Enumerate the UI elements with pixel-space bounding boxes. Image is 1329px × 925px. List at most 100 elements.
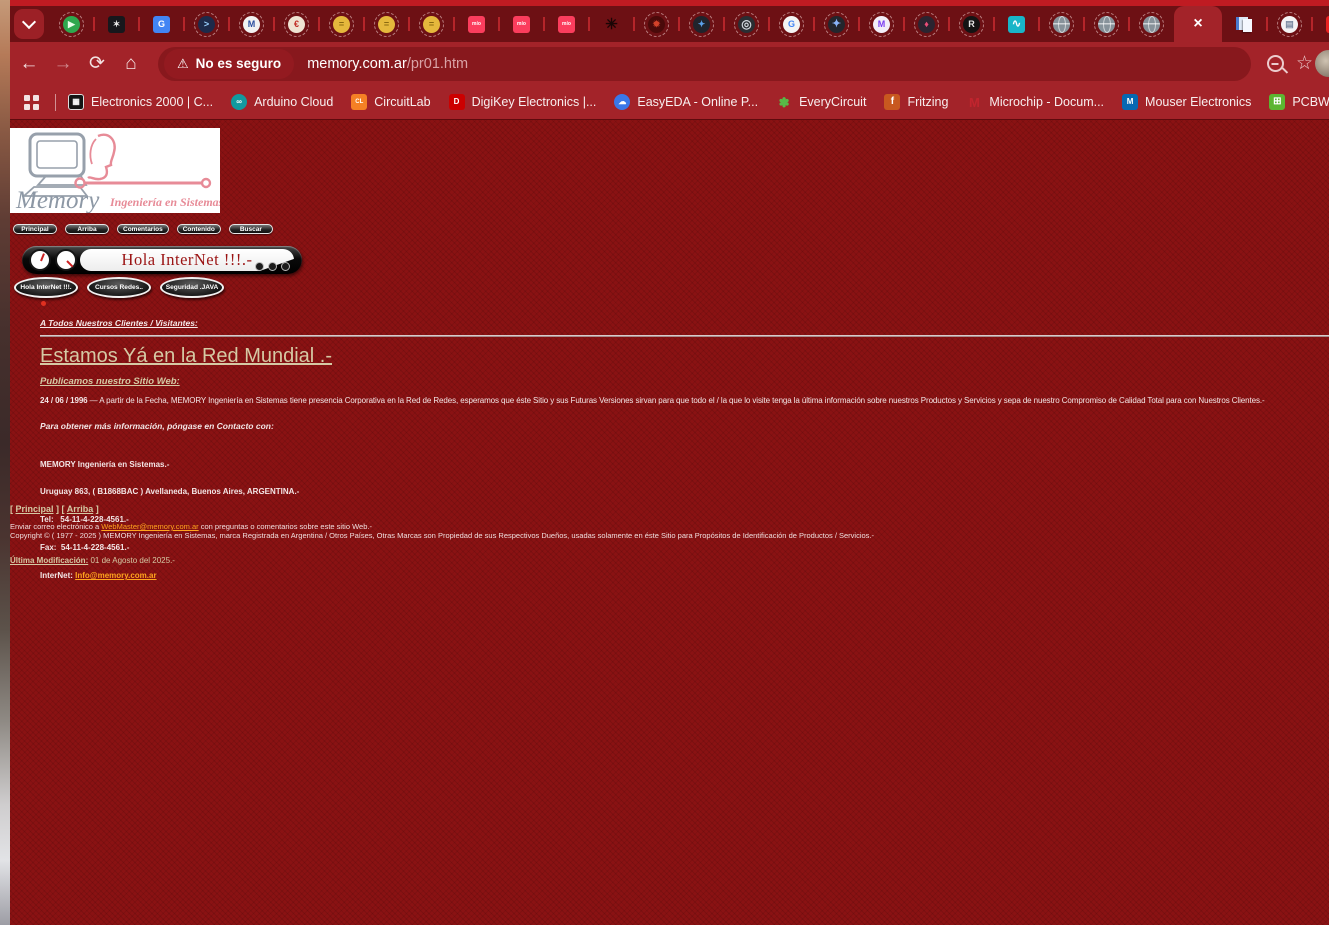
tab-starburst[interactable]: ✹ <box>634 6 679 42</box>
tab-youtube-partial[interactable]: ▶ <box>1312 6 1329 42</box>
address-bar[interactable]: ⚠ No es seguro memory.com.ar/pr01.htm <box>158 47 1251 81</box>
bookmark-label: EasyEDA - Online P... <box>637 95 758 109</box>
bookmark-fritzing[interactable]: fFritzing <box>884 94 948 110</box>
tab-badge[interactable]: € <box>274 6 319 42</box>
footer-nav-links: [ Principal ] [ Arriba ] <box>10 504 99 514</box>
tab-globe-1[interactable] <box>1039 6 1084 42</box>
active-tab[interactable]: × <box>1174 6 1222 42</box>
apps-grid-icon[interactable] <box>24 95 39 110</box>
doc-pages-favicon <box>1236 16 1253 33</box>
memory-logo: Memory Ingeniería en Sistemas <box>10 128 220 213</box>
tab-flower[interactable]: ✳ <box>589 6 634 42</box>
memory-logo-art: Memory Ingeniería en Sistemas <box>10 128 220 213</box>
easyeda-icon: ☁ <box>614 94 630 110</box>
webmaster-email-link[interactable]: WebMaster@memory.com.ar <box>101 522 198 531</box>
section-button-cursos-redes[interactable]: Cursos Redes.. <box>87 277 151 298</box>
tab-pulse[interactable]: ∿ <box>994 6 1039 42</box>
banner-dots-icon <box>255 262 290 271</box>
tab-coin-1[interactable]: = <box>319 6 364 42</box>
tab-list: ▶✶G>M€===míomíomío✳✹✦◎G✦M♦R∿×▤▶ <box>49 6 1329 42</box>
tab-bird[interactable]: ✦ <box>679 6 724 42</box>
tab-doc-circle[interactable]: ▤ <box>1267 6 1312 42</box>
tab-mio-1[interactable]: mío <box>454 6 499 42</box>
everycircuit-icon: ✽ <box>776 94 792 110</box>
contact-line-internet: InterNet: Info@memory.com.ar <box>40 571 299 580</box>
bookmark-label: Electronics 2000 | C... <box>91 95 213 109</box>
tab-doc-pages[interactable] <box>1222 6 1267 42</box>
nav-button-contenido[interactable]: Contenido <box>177 224 221 234</box>
footer-link-arriba[interactable]: Arriba <box>67 504 94 514</box>
pulse-favicon: ∿ <box>1008 16 1025 33</box>
m-purple-favicon: M <box>873 16 890 33</box>
tab-m-blue[interactable]: M <box>229 6 274 42</box>
pcbway-icon: ⊞ <box>1269 94 1285 110</box>
tab-code[interactable]: > <box>184 6 229 42</box>
home-button[interactable]: ⌂ <box>114 54 148 73</box>
starburst-favicon: ✹ <box>648 16 665 33</box>
m-blue-favicon: M <box>243 16 260 33</box>
close-tab-icon[interactable]: × <box>1193 16 1202 32</box>
zoom-out-icon[interactable] <box>1267 55 1284 72</box>
tab-pink-shape[interactable]: ♦ <box>904 6 949 42</box>
nav-button-comentarios[interactable]: Comentarios <box>117 224 169 234</box>
bracket: ] <box>54 504 60 514</box>
security-chip[interactable]: ⚠ No es seguro <box>164 49 294 79</box>
tab-globe-3[interactable] <box>1129 6 1174 42</box>
tab-play[interactable]: ▶ <box>49 6 94 42</box>
bookmark-pcbway[interactable]: ⊞PCBWay <box>1269 94 1329 110</box>
globe-1-favicon <box>1053 16 1070 33</box>
copyright-line: Copyright © ( 1977 - 2025 ) MEMORY Ingen… <box>10 532 874 541</box>
footer-email-post: con preguntas o comentarios sobre este s… <box>199 522 372 531</box>
nav-button-buscar[interactable]: Buscar <box>229 224 273 234</box>
section-button-row: Hola InterNet !!!. Cursos Redes.. Seguri… <box>14 277 224 298</box>
tab-search-button[interactable] <box>14 9 44 39</box>
tab-translate[interactable]: G <box>139 6 184 42</box>
nav-button-principal[interactable]: Principal <box>13 224 57 234</box>
warning-icon: ⚠ <box>177 56 189 72</box>
footer-link-principal[interactable]: Principal <box>16 504 54 514</box>
tab-coin-3[interactable]: = <box>409 6 454 42</box>
tab-target[interactable]: ◎ <box>724 6 769 42</box>
bookmark-microchip[interactable]: MMicrochip - Docum... <box>966 94 1104 110</box>
browser-window: ▶✶G>M€===míomíomío✳✹✦◎G✦M♦R∿×▤▶ ← → ⟳ ⌂ … <box>10 0 1329 925</box>
coin-1-favicon: = <box>333 16 350 33</box>
doc-circle-favicon: ▤ <box>1281 16 1298 33</box>
profile-avatar[interactable] <box>1315 50 1329 77</box>
nav-button-arriba[interactable]: Arriba <box>65 224 109 234</box>
bookmark-electronics2000[interactable]: ▦Electronics 2000 | C... <box>68 94 213 110</box>
back-button[interactable]: ← <box>12 54 46 73</box>
contact-email-link[interactable]: Info@memory.com.ar <box>75 571 156 580</box>
chevron-down-icon <box>22 15 36 29</box>
url-host: memory.com.ar <box>307 56 407 72</box>
section-button-hola-internet[interactable]: Hola InterNet !!!. <box>14 277 78 298</box>
contact-block: MEMORY Ingeniería en Sistemas.- Uruguay … <box>40 441 299 599</box>
tab-r-badge[interactable]: R <box>949 6 994 42</box>
tab-m-purple[interactable]: M <box>859 6 904 42</box>
bookmark-star-icon[interactable]: ☆ <box>1296 54 1313 73</box>
camera-favicon: ✶ <box>108 16 125 33</box>
forward-button[interactable]: → <box>46 54 80 73</box>
page-nav-row: Principal Arriba Comentarios Contenido B… <box>13 224 273 234</box>
google-favicon: G <box>783 16 800 33</box>
url-path: /pr01.htm <box>407 56 468 72</box>
fritzing-icon: f <box>884 94 900 110</box>
bookmark-mouser[interactable]: MMouser Electronics <box>1122 94 1251 110</box>
footer-email-pre: Enviar correo electrónico a <box>10 522 101 531</box>
tab-globe-2[interactable] <box>1084 6 1129 42</box>
announcement-body: — A partir de la Fecha, MEMORY Ingenierí… <box>88 396 1265 405</box>
bookmark-digikey[interactable]: DDigiKey Electronics |... <box>449 94 597 110</box>
bookmark-arduino-cloud[interactable]: ∞Arduino Cloud <box>231 94 333 110</box>
page-headline: Estamos Yá en la Red Mundial .- <box>40 345 332 368</box>
tab-gemini[interactable]: ✦ <box>814 6 859 42</box>
section-button-seguridad-java[interactable]: Seguridad .JAVA <box>160 277 224 298</box>
tab-mio-2[interactable]: mío <box>499 6 544 42</box>
bookmark-everycircuit[interactable]: ✽EveryCircuit <box>776 94 866 110</box>
tab-coin-2[interactable]: = <box>364 6 409 42</box>
bookmark-circuitlab[interactable]: CLCircuitLab <box>351 94 430 110</box>
tab-mio-3[interactable]: mío <box>544 6 589 42</box>
bookmark-easyeda[interactable]: ☁ EasyEDA - Online P... <box>614 94 758 110</box>
tab-camera[interactable]: ✶ <box>94 6 139 42</box>
translate-favicon: G <box>153 16 170 33</box>
reload-button[interactable]: ⟳ <box>80 54 114 73</box>
tab-google[interactable]: G <box>769 6 814 42</box>
